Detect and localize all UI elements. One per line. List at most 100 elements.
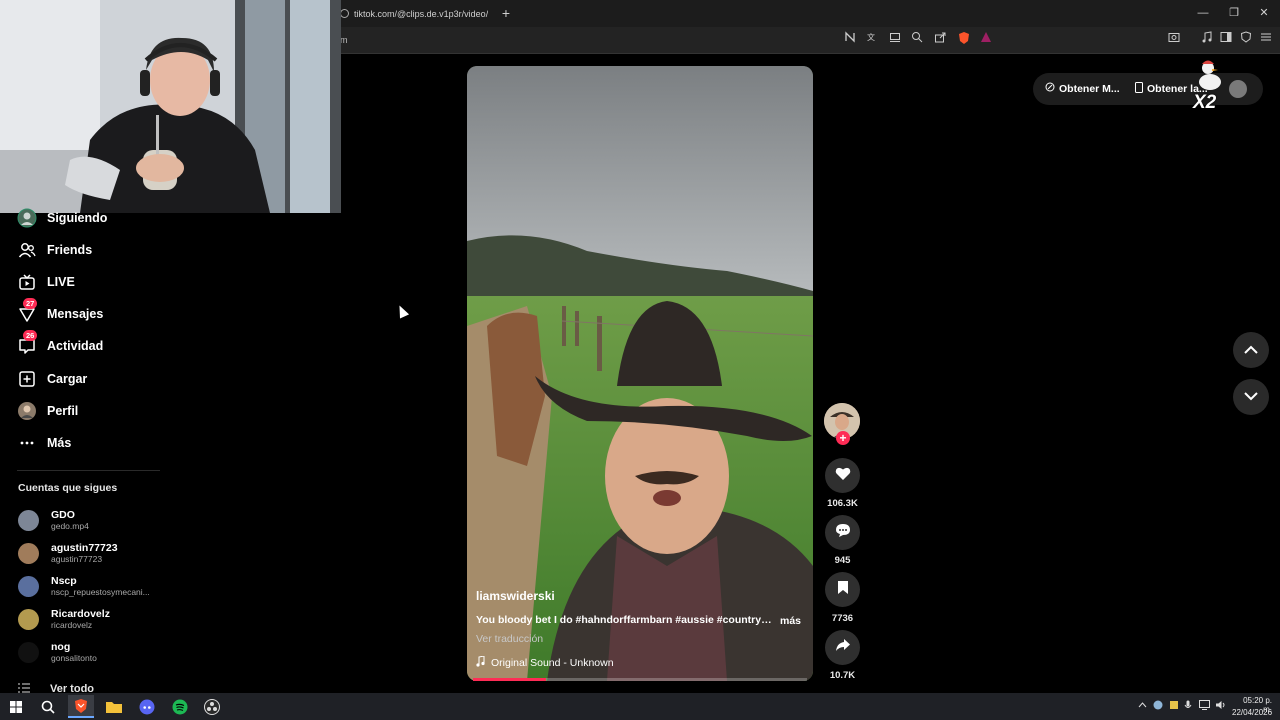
reader-off-icon[interactable]	[841, 31, 859, 49]
restore-button[interactable]: ❐	[1222, 4, 1246, 22]
discord-icon[interactable]	[134, 695, 160, 718]
obs-icon[interactable]	[199, 695, 225, 718]
tray-expand-icon[interactable]	[1138, 700, 1147, 710]
account-name: GDO	[51, 508, 75, 521]
follow-plus-button[interactable]: +	[836, 431, 850, 445]
nav-friends[interactable]: Friends	[17, 238, 92, 262]
brave-shield-icon[interactable]	[955, 31, 973, 49]
user-avatar[interactable]	[1229, 80, 1247, 98]
account-handle: gonsalitonto	[51, 652, 97, 663]
video-sound[interactable]: Original Sound - Unknown	[476, 655, 614, 670]
svg-text:文: 文	[867, 32, 875, 42]
close-window-button[interactable]: ✕	[1252, 4, 1276, 22]
avatar	[18, 641, 39, 663]
followed-account[interactable]: GDO gedo.mp4	[18, 505, 159, 535]
cast-icon[interactable]	[886, 31, 904, 49]
nav-label: Actividad	[47, 339, 104, 353]
more-icon	[17, 433, 37, 453]
upload-icon	[17, 369, 37, 389]
comment-count: 945	[834, 555, 851, 566]
nav-profile[interactable]: Perfil	[17, 399, 78, 423]
nav-label: Siguiendo	[47, 211, 108, 225]
start-icon[interactable]	[3, 695, 29, 718]
nav-label: Mensajes	[47, 307, 104, 321]
browser-tab[interactable]: tiktok.com/@clips.de.v1p3r/video/76	[338, 3, 488, 25]
nav-messages[interactable]: 27 Mensajes	[17, 298, 104, 326]
music-note-icon	[476, 655, 485, 670]
get-desktop-app-button[interactable]: Obtener M...	[1045, 82, 1120, 95]
video-username[interactable]: liamswiderski	[476, 589, 555, 603]
nav-label: Perfil	[47, 404, 79, 418]
account-handle: gedo.mp4	[51, 520, 89, 531]
share-page-icon[interactable]	[931, 31, 949, 49]
spotify-icon[interactable]	[167, 695, 193, 718]
profile-icon	[17, 401, 37, 421]
account-handle: agustin77723	[51, 553, 103, 564]
network-icon[interactable]	[1199, 700, 1210, 712]
next-video-button[interactable]	[1233, 379, 1269, 415]
media-music-icon[interactable]	[1198, 31, 1216, 49]
volume-icon[interactable]	[1215, 700, 1226, 712]
nav-label: LIVE	[47, 275, 75, 289]
nav-more[interactable]: Más	[17, 431, 71, 455]
translate-icon[interactable]: 文	[863, 31, 881, 49]
live-icon	[17, 272, 37, 292]
like-button[interactable]	[825, 458, 860, 493]
like-count: 106.3K	[827, 498, 858, 509]
activity-badge: 26	[23, 330, 38, 341]
save-count: 7736	[831, 613, 854, 624]
nav-following[interactable]: Siguiendo	[17, 206, 107, 230]
overlay-multiplier-text: X2	[1193, 92, 1217, 113]
account-handle: nscp_repuestosymecani...	[51, 586, 150, 597]
menu-icon[interactable]	[1257, 31, 1275, 49]
followed-account[interactable]: Nscp nscp_repuestosymecani...	[18, 571, 159, 601]
caption-more-button[interactable]: más	[780, 615, 801, 627]
search-icon[interactable]	[35, 695, 61, 718]
clock-date[interactable]: 22/04/2026	[1232, 708, 1272, 717]
share-count: 10.7K	[829, 670, 856, 681]
brave-icon[interactable]	[68, 695, 94, 718]
minimize-button[interactable]: —	[1191, 4, 1215, 22]
goose-sticker-icon	[1196, 58, 1224, 92]
nav-label: Más	[47, 436, 72, 450]
explorer-icon[interactable]	[101, 695, 127, 718]
microphone-icon[interactable]	[1184, 700, 1192, 713]
get-app-label: Obtener M...	[1059, 82, 1120, 95]
messages-badge: 27	[23, 298, 38, 309]
screenshot-icon[interactable]	[1165, 31, 1183, 49]
new-tab-button[interactable]: +	[498, 5, 514, 21]
bookmark-icon	[837, 580, 849, 600]
app-tray-icon[interactable]	[1169, 700, 1179, 712]
previous-video-button[interactable]	[1233, 332, 1269, 368]
browser-tab-title: tiktok.com/@clips.de.v1p3r/video/76	[354, 9, 488, 19]
share-button[interactable]	[825, 630, 860, 665]
following-accounts-title: Cuentas que sigues	[18, 482, 118, 494]
sound-label: Original Sound - Unknown	[491, 657, 614, 669]
url-text[interactable]: m	[340, 33, 348, 47]
sidebar-toggle-icon[interactable]	[1217, 31, 1235, 49]
comment-button[interactable]	[825, 515, 860, 550]
steam-tray-icon[interactable]	[1153, 700, 1163, 712]
nav-upload[interactable]: Cargar	[17, 367, 87, 391]
nav-live[interactable]: LIVE	[17, 270, 75, 294]
vpn-shield-icon[interactable]	[1237, 31, 1255, 49]
see-translation-button[interactable]: Ver traducción	[476, 633, 543, 645]
brave-rewards-icon[interactable]	[977, 31, 995, 49]
activity-icon: 26	[17, 330, 38, 356]
webcam-overlay	[0, 0, 341, 213]
save-button[interactable]	[825, 572, 860, 607]
globe-icon	[340, 9, 349, 18]
account-name: nog	[51, 640, 71, 653]
friends-icon	[17, 240, 37, 260]
following-avatar-icon	[17, 208, 37, 228]
comment-icon	[835, 523, 851, 543]
nav-activity[interactable]: 26 Actividad	[17, 330, 104, 358]
avatar	[18, 575, 39, 597]
nav-label: Friends	[47, 243, 93, 257]
desktop-app-icon	[1045, 82, 1055, 95]
followed-account[interactable]: agustin77723 agustin77723	[18, 538, 159, 568]
followed-account[interactable]: nog gonsalitonto	[18, 637, 159, 667]
zoom-icon[interactable]	[908, 31, 926, 49]
followed-account[interactable]: Ricardovelz ricardovelz	[18, 604, 159, 634]
messages-icon: 27	[17, 298, 38, 324]
